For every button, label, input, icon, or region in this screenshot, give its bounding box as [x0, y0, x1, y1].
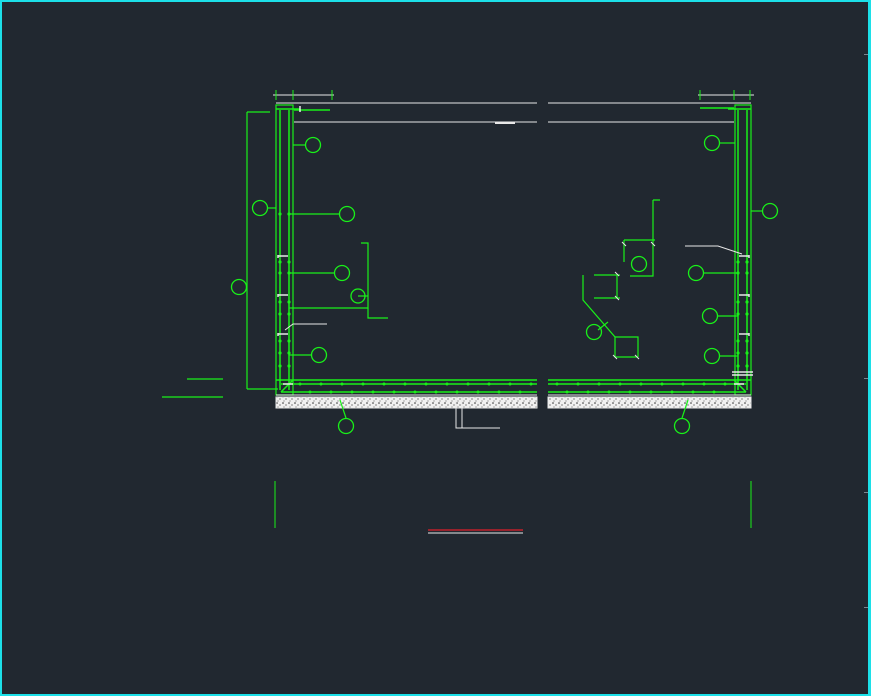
title-underline — [428, 529, 523, 534]
bottom-slab — [276, 379, 751, 396]
callout-circle[interactable] — [761, 202, 779, 220]
top-dimension-left — [273, 90, 334, 100]
left-callout-leaders — [268, 144, 388, 419]
top-slab — [276, 102, 751, 124]
right-callout-circles — [585, 134, 779, 435]
callout-circle[interactable] — [703, 134, 721, 152]
rebar-section-drawing — [162, 90, 779, 534]
left-leader-white — [284, 323, 327, 331]
callout-circle[interactable] — [701, 307, 719, 325]
callout-circle[interactable] — [230, 278, 248, 296]
left-wall — [275, 104, 330, 396]
callout-circle[interactable] — [333, 264, 351, 282]
callout-circle[interactable] — [687, 264, 705, 282]
callout-circle[interactable] — [304, 136, 322, 154]
callout-circle[interactable] — [337, 417, 355, 435]
callout-circle[interactable] — [310, 346, 328, 364]
callout-circle[interactable] — [703, 347, 721, 365]
left-height-dimension — [162, 111, 278, 398]
callout-circle[interactable] — [585, 323, 603, 341]
callout-circle[interactable] — [673, 417, 691, 435]
top-dimension-right — [698, 90, 754, 100]
callout-circle[interactable] — [338, 205, 356, 223]
blinding-concrete — [275, 396, 752, 409]
grid-axis-lines — [274, 481, 752, 528]
callout-circle[interactable] — [630, 255, 648, 273]
callout-circle[interactable] — [251, 199, 269, 217]
